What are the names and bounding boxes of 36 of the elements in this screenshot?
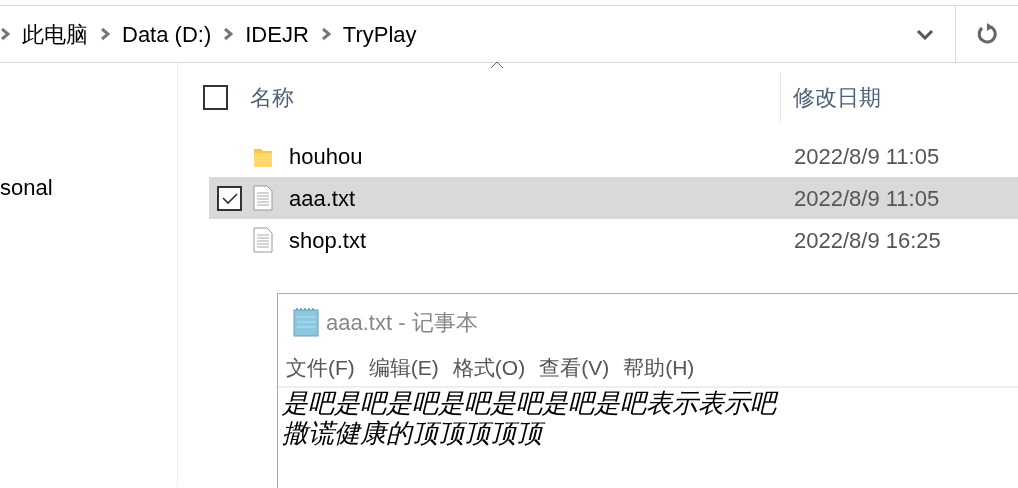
modified-date: 2022/8/9 11:05 [794, 184, 940, 213]
checkbox[interactable] [217, 185, 242, 211]
file-name: shop.txt [289, 226, 368, 255]
breadcrumb-item[interactable]: Data (D:) [122, 17, 212, 51]
breadcrumb-item[interactable]: IDEJR [245, 17, 309, 51]
chevron-icon[interactable] [0, 27, 10, 41]
file-row[interactable]: aaa.txt 2022/8/9 11:05 [209, 177, 1018, 219]
menu-item[interactable]: 查看(V) [539, 352, 610, 384]
text-line: 是吧是吧是吧是吧是吧是吧是吧表示表示吧 [282, 388, 1018, 418]
window-title: aaa.txt - 记事本 [326, 308, 478, 337]
chevron-icon[interactable] [100, 27, 110, 41]
file-name: aaa.txt [289, 184, 357, 213]
sort-icon [490, 61, 504, 69]
file-row[interactable]: houhou 2022/8/9 11:05 [209, 135, 1018, 177]
menu-item[interactable]: 文件(F) [286, 352, 355, 384]
column-header[interactable]: 名称 [250, 80, 780, 114]
notepad-icon [292, 307, 320, 337]
document-icon [252, 185, 274, 211]
modified-date: 2022/8/9 16:25 [794, 226, 941, 255]
file-row[interactable]: shop.txt 2022/8/9 16:25 [209, 219, 1018, 261]
menu-item[interactable]: 编辑(E) [368, 352, 439, 384]
modified-date: 2022/8/9 11:05 [794, 142, 940, 171]
chevron-icon[interactable] [223, 27, 234, 41]
refresh-icon [976, 22, 998, 46]
menu-item[interactable]: 格式(O) [452, 352, 526, 384]
select-all-checkbox[interactable] [203, 84, 228, 110]
menu-item[interactable]: 帮助(H) [623, 352, 695, 384]
breadcrumb-item[interactable]: 此电脑 [22, 17, 88, 51]
chevron-icon[interactable] [320, 27, 331, 41]
sidebar-item[interactable]: sonal [0, 171, 177, 204]
text-line: 撒谎健康的顶顶顶顶顶 [282, 418, 1018, 448]
breadcrumb-item[interactable]: TryPlay [342, 17, 417, 51]
document-icon [252, 227, 274, 253]
column-header[interactable]: 修改日期 [780, 72, 881, 122]
dropdown-icon[interactable] [916, 28, 934, 40]
file-name: houhou [289, 142, 364, 171]
